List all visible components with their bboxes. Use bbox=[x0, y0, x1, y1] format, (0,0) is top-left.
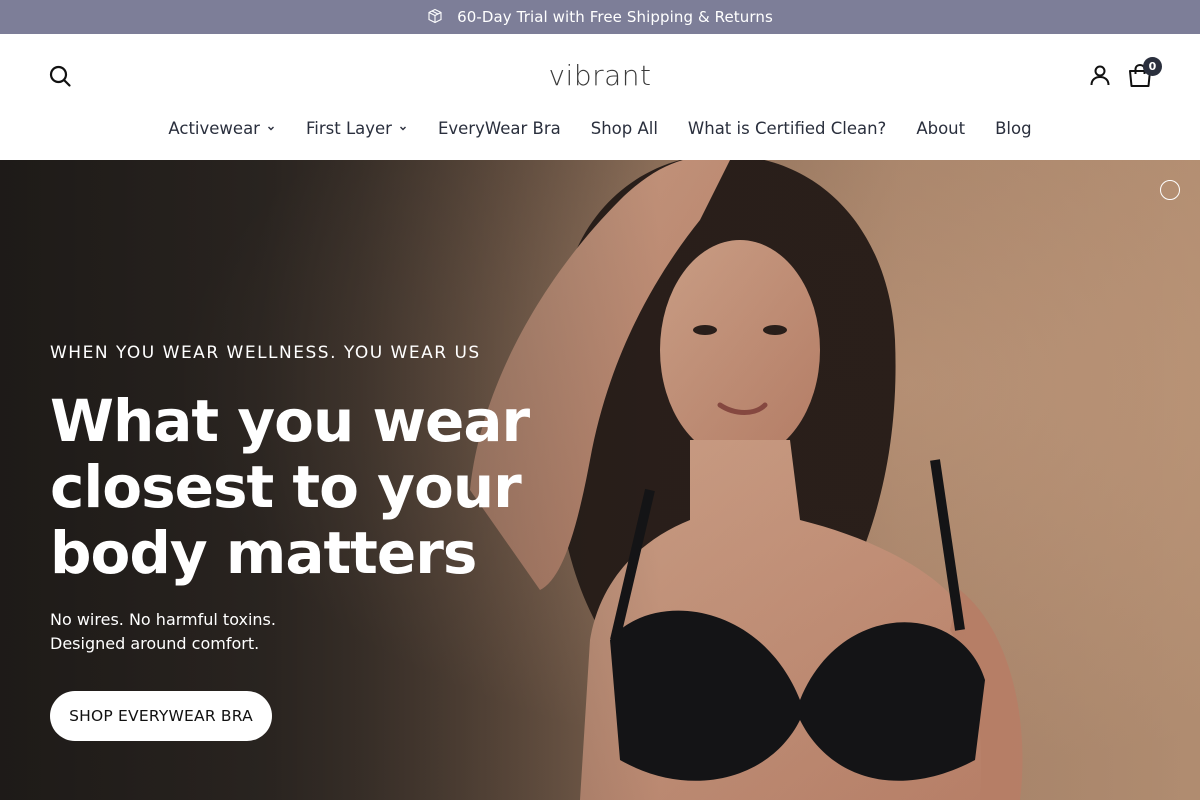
hero-subtext: No wires. No harmful toxins. Designed ar… bbox=[50, 608, 276, 656]
announcement-text: 60-Day Trial with Free Shipping & Return… bbox=[457, 8, 773, 26]
logo[interactable]: vibrant bbox=[540, 56, 660, 96]
subtext-line: Designed around comfort. bbox=[50, 634, 260, 653]
nav-item-activewear[interactable]: Activewear bbox=[168, 114, 276, 142]
nav-item-about[interactable]: About bbox=[916, 114, 965, 142]
nav-item-certified-clean[interactable]: What is Certified Clean? bbox=[688, 114, 886, 142]
package-icon bbox=[427, 8, 443, 24]
cart-count-badge: 0 bbox=[1143, 57, 1162, 76]
nav-item-blog[interactable]: Blog bbox=[995, 114, 1031, 142]
main-navigation: Activewear First Layer EveryWear Bra Sho… bbox=[0, 114, 1200, 142]
headline-line: closest to your bbox=[50, 453, 522, 521]
nav-item-label: Shop All bbox=[590, 118, 658, 138]
headline-line: What you wear bbox=[50, 387, 530, 455]
nav-item-everywear-bra[interactable]: EveryWear Bra bbox=[438, 114, 561, 142]
account-icon[interactable] bbox=[1088, 63, 1112, 87]
subtext-line: No wires. No harmful toxins. bbox=[50, 610, 276, 629]
headline-line: body matters bbox=[50, 519, 477, 587]
nav-item-label: What is Certified Clean? bbox=[687, 118, 887, 138]
announcement-bar: 60-Day Trial with Free Shipping & Return… bbox=[0, 0, 1200, 34]
nav-item-label: EveryWear Bra bbox=[437, 118, 561, 138]
nav-item-first-layer[interactable]: First Layer bbox=[306, 114, 408, 142]
hero-eyebrow: WHEN YOU WEAR WELLNESS. YOU WEAR US bbox=[50, 343, 481, 363]
shop-everywear-bra-button[interactable]: SHOP EVERYWEAR BRA bbox=[50, 691, 272, 741]
nav-item-label: Activewear bbox=[168, 118, 260, 138]
search-icon[interactable] bbox=[48, 64, 72, 88]
hero-banner: WHEN YOU WEAR WELLNESS. YOU WEAR US What… bbox=[0, 160, 1200, 800]
hero-headline: What you wear closest to your body matte… bbox=[50, 388, 570, 586]
slideshow-pause-button[interactable] bbox=[1160, 180, 1180, 200]
nav-item-label: Blog bbox=[995, 118, 1032, 138]
nav-item-label: First Layer bbox=[305, 118, 392, 138]
chevron-down-icon bbox=[398, 123, 408, 133]
chevron-down-icon bbox=[266, 123, 276, 133]
nav-item-shop-all[interactable]: Shop All bbox=[591, 114, 658, 142]
nav-item-label: About bbox=[916, 118, 966, 138]
site-header: vibrant 0 Activewear First Layer EveryWe… bbox=[0, 34, 1200, 160]
